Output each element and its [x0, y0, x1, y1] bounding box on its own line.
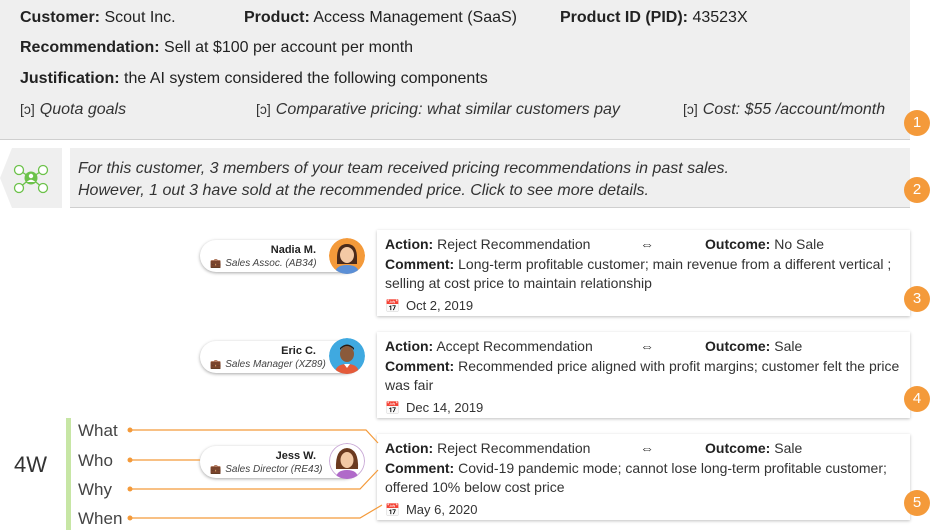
connector-what — [130, 429, 379, 444]
customer-field: Customer: Scout Inc. — [20, 9, 176, 26]
justification-field: Justification: the AI system considered … — [20, 70, 488, 87]
outcome-field: Outcome: No Sale — [705, 236, 825, 252]
comment-field: Comment: Recommended price aligned with … — [385, 358, 900, 393]
comment-field: Comment: Long-term profitable customer; … — [385, 256, 892, 291]
insight-line-1: For this customer, 3 members of your tea… — [78, 160, 729, 177]
component-cost[interactable]: [ɔ] Cost: $55 /account/month — [683, 101, 885, 119]
avatar-jess — [329, 443, 365, 479]
component-quota-goals[interactable]: [ɔ] Quota goals — [20, 101, 126, 119]
briefcase-icon: 💼 — [210, 359, 222, 369]
action-card-eric[interactable]: Action: Accept Recommendation ⇔ Outcome:… — [377, 332, 910, 418]
outcome-field: Outcome: Sale — [705, 338, 803, 354]
person-name: Jess W. — [275, 450, 316, 462]
bracket-marker-icon: [ɔ] — [256, 101, 271, 117]
person-role: Sales Director (RE43) — [225, 464, 323, 475]
legend-item-why: Why — [78, 480, 112, 499]
action-field: Action: Accept Recommendation — [385, 338, 593, 354]
product-id-value: 43523X — [692, 9, 748, 26]
step-badge-5: 5 — [904, 490, 930, 516]
product-id-field: Product ID (PID): 43523X — [560, 9, 748, 26]
action-card-nadia[interactable]: Action: Reject Recommendation ⇔ Outcome:… — [377, 230, 910, 316]
team-insight-banner[interactable]: For this customer, 3 members of your tea… — [70, 148, 910, 208]
person-role: Sales Manager (XZ89) — [225, 359, 326, 370]
person-name: Nadia M. — [270, 244, 316, 256]
briefcase-icon: 💼 — [210, 258, 222, 268]
date-field: 📅 Dec 14, 2019 — [385, 398, 902, 418]
bidirectional-arrow-icon: ⇔ — [640, 338, 654, 354]
component-comparative-pricing[interactable]: [ɔ] Comparative pricing: what similar cus… — [256, 101, 620, 119]
date-field: 📅 Oct 2, 2019 — [385, 296, 902, 316]
calendar-icon: 📅 — [385, 503, 400, 517]
product-field: Product: Access Management (SaaS) — [244, 9, 517, 26]
bidirectional-arrow-icon: ⇔ — [640, 440, 654, 456]
insight-line-2: However, 1 out 3 have sold at the recomm… — [78, 182, 649, 199]
outcome-field: Outcome: Sale — [705, 440, 803, 456]
recommendation-header-card: Customer: Scout Inc. Product: Access Man… — [0, 0, 910, 140]
person-role: Sales Assoc. (AB34) — [225, 258, 317, 269]
avatar-eric — [329, 338, 365, 374]
connector-dot-when — [127, 515, 133, 521]
connector-when — [130, 504, 383, 519]
bracket-marker-icon: [ɔ] — [683, 101, 698, 117]
legend-item-when: When — [78, 509, 123, 528]
calendar-icon: 📅 — [385, 401, 400, 415]
comment-field: Comment: Covid-19 pandemic mode; cannot … — [385, 460, 887, 495]
person-name: Eric C. — [281, 345, 316, 357]
action-field: Action: Reject Recommendation — [385, 236, 591, 252]
team-network-icon — [0, 148, 62, 208]
connector-dot-what — [127, 427, 133, 433]
connector-dot-why — [127, 486, 133, 492]
bracket-marker-icon: [ɔ] — [20, 101, 35, 117]
connector-dot-who — [127, 457, 133, 463]
step-badge-2: 2 — [904, 177, 930, 203]
step-badge-4: 4 — [904, 386, 930, 412]
product-value: Access Management (SaaS) — [313, 9, 517, 26]
calendar-icon: 📅 — [385, 299, 400, 313]
action-field: Action: Reject Recommendation — [385, 440, 591, 456]
legend-item-who: Who — [78, 451, 113, 470]
recommendation-field: Recommendation: Sell at $100 per account… — [20, 39, 414, 56]
action-card-jess[interactable]: Action: Reject Recommendation ⇔ Outcome:… — [377, 434, 910, 520]
legend-bar — [66, 418, 71, 530]
recommendation-value: Sell at $100 per account per month — [164, 39, 414, 56]
bidirectional-arrow-icon: ⇔ — [640, 236, 654, 252]
step-badge-1: 1 — [904, 110, 930, 136]
legend-title: 4W — [14, 452, 47, 477]
customer-value: Scout Inc. — [104, 9, 176, 26]
legend-item-what: What — [78, 421, 118, 440]
justification-value: the AI system considered the following c… — [124, 70, 488, 87]
avatar-nadia — [329, 238, 365, 274]
date-field: 📅 May 6, 2020 — [385, 500, 902, 520]
step-badge-3: 3 — [904, 286, 930, 312]
briefcase-icon: 💼 — [210, 464, 222, 474]
